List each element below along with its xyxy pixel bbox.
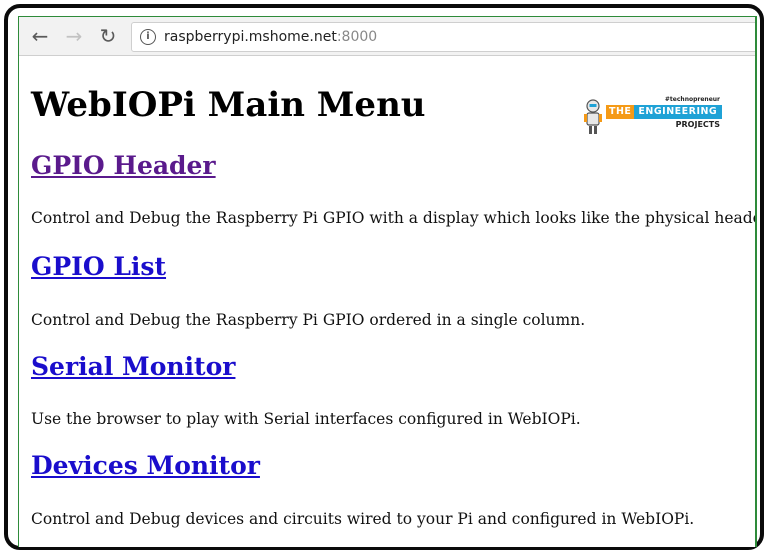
devices-monitor-description: Control and Debug devices and circuits w… (31, 510, 695, 528)
back-arrow-icon[interactable]: ← (29, 25, 51, 47)
url-host: raspberrypi.mshome.net (164, 29, 337, 45)
gpio-list-link[interactable]: GPIO List (31, 252, 166, 281)
url-port: :8000 (336, 29, 378, 45)
engineering-projects-logo: #technopreneur THE ENGINEERING PROJECTS (582, 96, 722, 136)
serial-monitor-link[interactable]: Serial Monitor (31, 352, 235, 381)
address-bar[interactable]: i raspberrypi.mshome.net:8000 (131, 22, 755, 52)
robot-mascot-icon (584, 99, 602, 134)
serial-monitor-description: Use the browser to play with Serial inte… (31, 410, 581, 428)
reload-icon[interactable]: ↻ (97, 25, 119, 47)
gpio-header-description: Control and Debug the Raspberry Pi GPIO … (31, 209, 757, 227)
logo-sub: PROJECTS (675, 120, 720, 129)
forward-arrow-icon[interactable]: → (63, 25, 85, 47)
devices-monitor-link[interactable]: Devices Monitor (31, 451, 260, 480)
logo-the: THE (606, 105, 635, 119)
logo-main: ENGINEERING (638, 106, 718, 117)
logo-band: THE ENGINEERING (606, 105, 722, 119)
page-title: WebIOPi Main Menu (31, 85, 426, 125)
url-text: raspberrypi.mshome.net:8000 (164, 23, 377, 51)
gpio-header-link[interactable]: GPIO Header (31, 151, 216, 180)
info-icon[interactable]: i (140, 29, 156, 45)
logo-tagline: #technopreneur (664, 96, 720, 103)
gpio-list-description: Control and Debug the Raspberry Pi GPIO … (31, 311, 586, 329)
browser-toolbar: ← → ↻ i raspberrypi.mshome.net:8000 (19, 17, 755, 56)
